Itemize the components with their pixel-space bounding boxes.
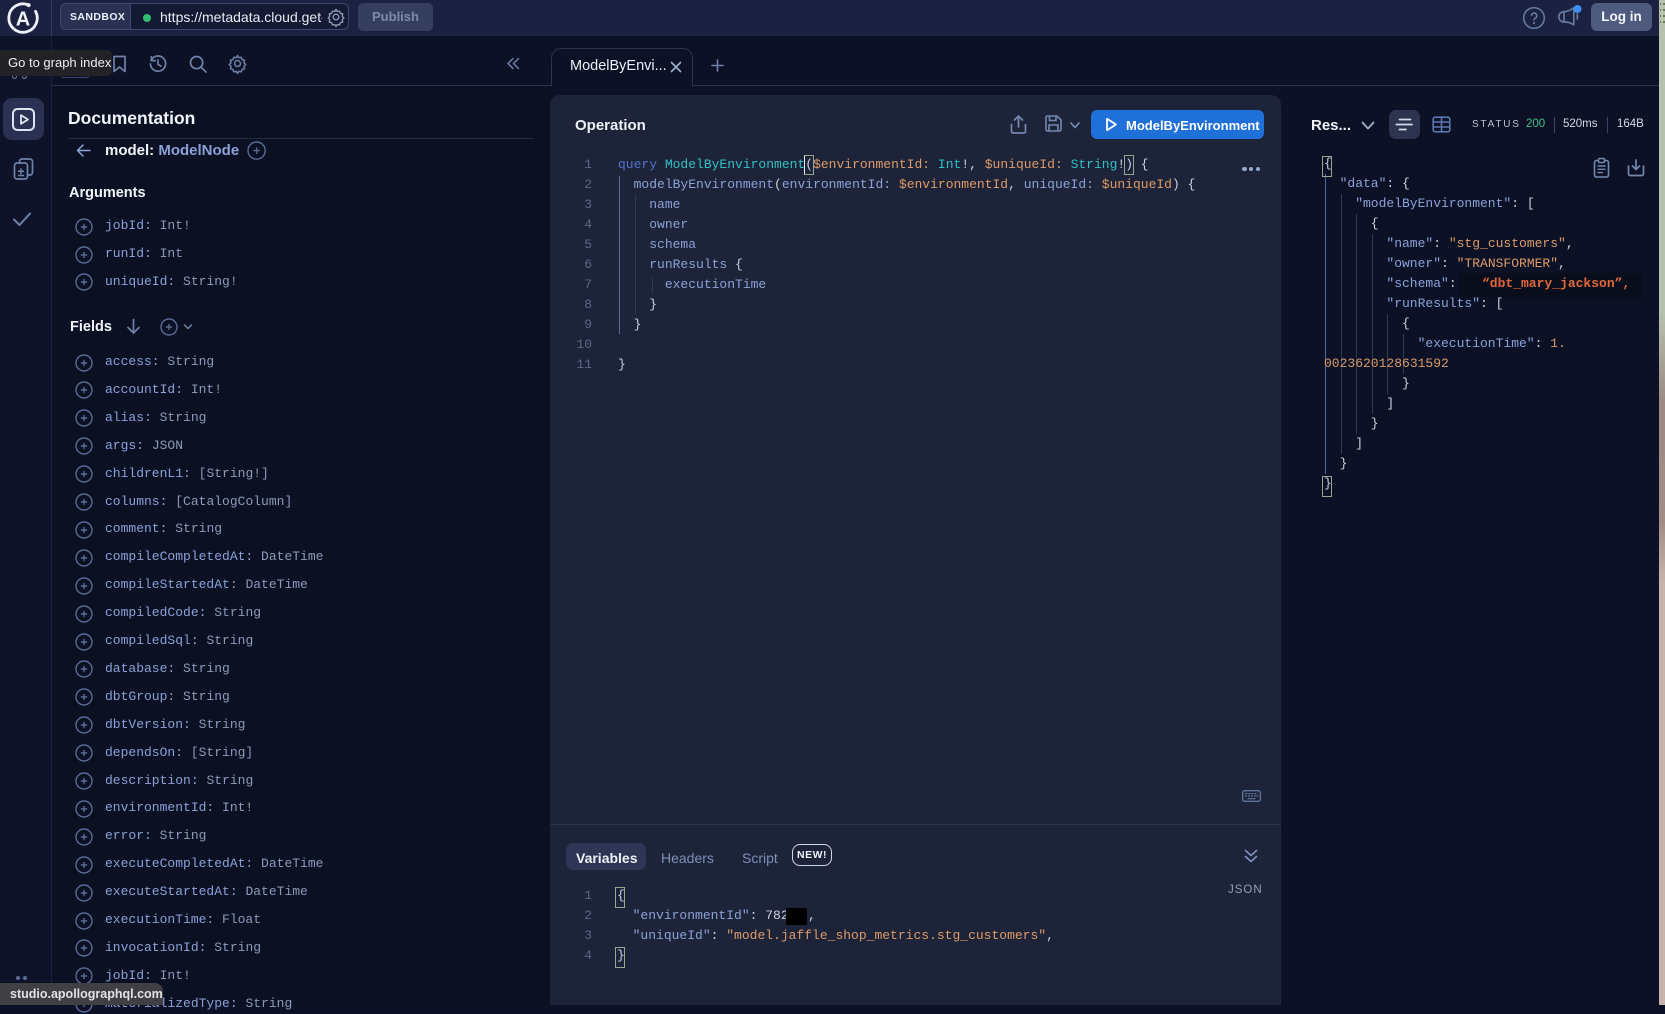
svg-text:A: A: [16, 9, 30, 31]
